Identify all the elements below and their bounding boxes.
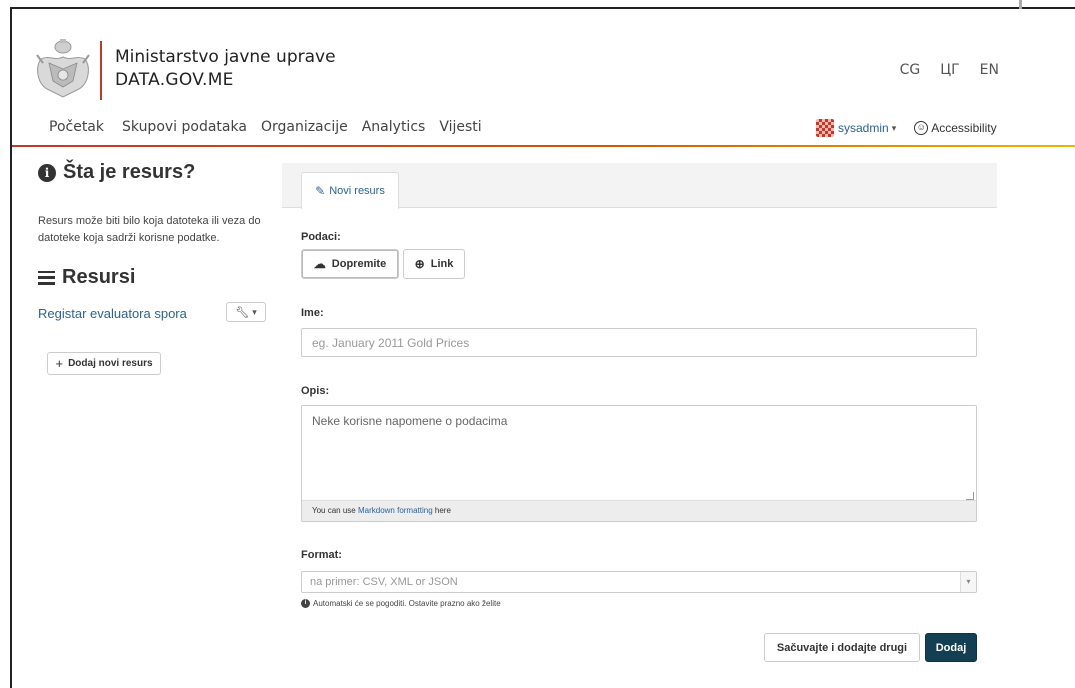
markdown-hint: You can use Markdown formatting here [302,500,976,521]
markdown-link[interactable]: Markdown formatting [358,506,433,515]
nav-analytics[interactable]: Analytics [362,119,426,135]
select-arrow-icon[interactable]: ▾ [960,572,976,592]
upload-label: Dopremite [331,258,387,270]
data-label: Podaci: [301,231,341,243]
format-label: Format: [301,549,342,561]
tab-label: Novi resurs [329,185,385,197]
user-menu[interactable]: sysadmin [838,121,889,135]
accessibility-label: Accessibility [931,121,997,135]
nav-datasets[interactable]: Skupovi podataka [122,119,247,135]
link-label: Link [430,258,454,270]
info-circle-icon: i [301,599,310,608]
user-area: sysadmin ▾ ☺ Accessibility [816,119,997,137]
cloud-upload-icon: ☁ [313,257,326,271]
caret-down-icon[interactable]: ▾ [892,123,897,134]
format-placeholder: na primer: CSV, XML or JSON [310,576,458,588]
add-resource-button[interactable]: + Dodaj novi resurs [47,352,161,375]
nav-news[interactable]: Vijesti [439,119,481,135]
description-textarea[interactable] [302,406,976,502]
format-select[interactable]: na primer: CSV, XML or JSON ▾ [301,571,977,593]
site-domain[interactable]: DATA.GOV.ME [115,70,234,90]
lang-en[interactable]: EN [980,62,999,78]
markdown-hint-prefix: You can use [312,506,358,515]
nav-divider [12,145,1075,147]
plus-icon: + [55,356,64,371]
resource-actions-button[interactable]: 🔧︎ ▾ [226,302,266,322]
language-switcher: CG ЦГ EN [900,62,999,78]
accessibility-button[interactable]: ☺ Accessibility [914,121,997,135]
caret-down-icon: ▾ [252,306,257,317]
resources-title-text: Resursi [62,266,136,288]
avatar[interactable] [816,119,834,137]
description-field: You can use Markdown formatting here [301,405,977,522]
upload-button[interactable]: ☁ Dopremite [301,249,399,279]
coat-of-arms-icon[interactable] [33,37,93,102]
main-nav: Početak Skupovi podataka Organizacije An… [49,119,500,135]
sidebar-title: i Šta je resurs? [38,161,195,184]
nav-home[interactable]: Početak [49,119,104,135]
pencil-icon: ✎ [315,184,326,198]
resources-title: Resursi [38,266,135,289]
hamburger-icon [38,270,55,285]
lang-cg[interactable]: CG [900,62,921,78]
format-hint: i Automatski će se pogoditi. Ostavite pr… [301,599,501,608]
format-hint-text: Automatski će se pogoditi. Ostavite praz… [313,599,501,608]
name-input[interactable] [301,328,977,357]
add-resource-label: Dodaj novi resurs [68,358,153,369]
corner-mark [1019,0,1022,9]
name-label: Ime: [301,307,324,319]
description-label: Opis: [301,385,330,397]
link-button[interactable]: ⊕ Link [403,249,465,279]
info-circle-icon: i [38,163,56,182]
resource-link[interactable]: Registar evaluatora spora [38,306,187,321]
lang-cyrillic[interactable]: ЦГ [940,62,959,78]
resize-handle-icon[interactable] [966,492,974,500]
markdown-hint-suffix: here [432,506,451,515]
wrench-icon: 🔧︎ [235,306,250,319]
add-button[interactable]: Dodaj [925,633,977,662]
nav-organizations[interactable]: Organizacije [261,119,348,135]
sidebar-description: Resurs može biti bilo koja datoteka ili … [38,215,261,244]
ministry-name[interactable]: Ministarstvo javne uprave [115,47,336,67]
brand-divider [100,41,102,100]
accessibility-icon: ☺ [914,121,929,135]
save-and-add-another-button[interactable]: Sačuvajte i dodajte drugi [764,633,920,662]
globe-icon: ⊕ [414,257,425,271]
tab-new-resource[interactable]: ✎ Novi resurs [301,172,399,209]
sidebar-title-text: Šta je resurs? [63,161,196,183]
